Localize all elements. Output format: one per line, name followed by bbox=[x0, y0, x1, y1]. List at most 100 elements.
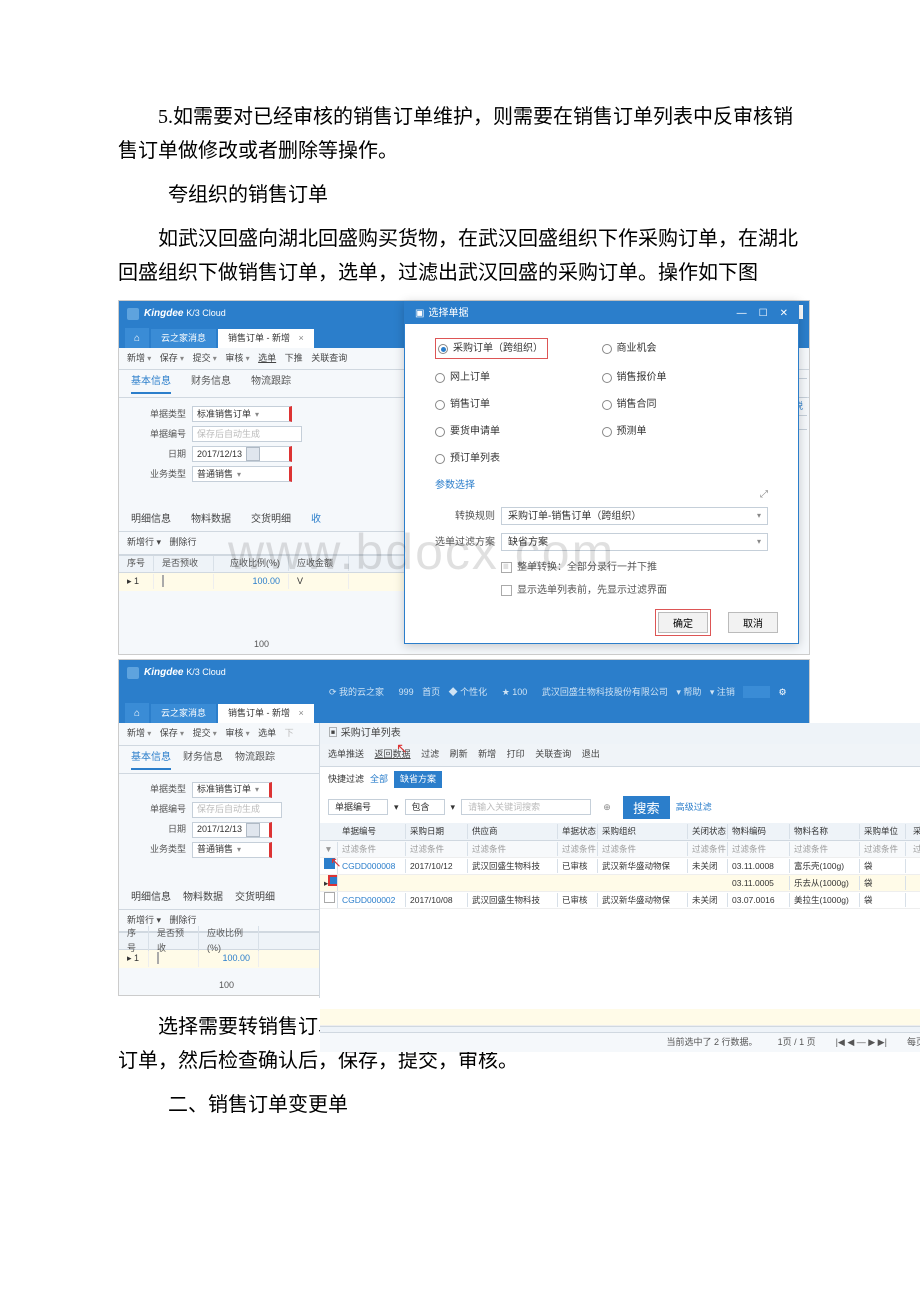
rule-select[interactable]: 采购订单-销售订单（跨组织） bbox=[501, 507, 768, 525]
delete-row-button[interactable]: 删除行 bbox=[170, 537, 197, 547]
tab-finance-info[interactable]: 财务信息 bbox=[191, 373, 231, 394]
tab-sales-order-new[interactable]: 销售订单 - 新增 × bbox=[218, 704, 314, 723]
add-row-button[interactable]: 新增行 ▾ bbox=[127, 537, 161, 547]
push-button[interactable]: 下推 bbox=[285, 353, 303, 363]
radio-requisition[interactable]: 要货申请单 bbox=[435, 423, 602, 440]
print-button[interactable]: 打印 bbox=[507, 749, 525, 759]
save-button[interactable]: 保存 bbox=[160, 353, 184, 363]
radio-sales-contract[interactable]: 销售合同 bbox=[602, 396, 769, 413]
tab-material[interactable]: 物料数据 bbox=[191, 511, 231, 528]
tab-detail[interactable]: 明细信息 bbox=[131, 889, 171, 906]
col-billnum[interactable]: 单据编号 bbox=[338, 824, 406, 838]
row-checkbox[interactable] bbox=[324, 858, 335, 869]
audit-button[interactable]: 审核 bbox=[225, 728, 249, 738]
col-status[interactable]: 单据状态 bbox=[558, 824, 598, 838]
select-push-button[interactable]: 选单推送 bbox=[328, 749, 364, 759]
col-qty[interactable]: 采购数量 bbox=[906, 824, 920, 838]
add-row-button[interactable]: 新增行 ▾ bbox=[127, 915, 161, 925]
dg-filter-row[interactable]: ▼ 过滤条件过滤条件过滤条件过滤条件过滤条件过滤条件过滤条件过滤条件过滤条件过滤… bbox=[320, 841, 920, 858]
select-bill-button[interactable]: 选单 bbox=[258, 353, 276, 363]
tab-detail[interactable]: 明细信息 bbox=[131, 511, 171, 528]
col-unit[interactable]: 采购单位 bbox=[860, 824, 906, 838]
search-op-select[interactable]: 包含 bbox=[405, 799, 445, 815]
refresh-button[interactable]: 刷新 bbox=[450, 749, 468, 759]
tab-messages[interactable]: 云之家消息 bbox=[151, 329, 216, 348]
tab-logistics[interactable]: 物流跟踪 bbox=[235, 749, 275, 770]
audit-button[interactable]: 审核 bbox=[225, 353, 249, 363]
prepay-checkbox[interactable] bbox=[162, 575, 164, 587]
radio-online-order[interactable]: 网上订单 bbox=[435, 369, 602, 386]
biz-type-select[interactable]: 普通销售 bbox=[192, 466, 292, 482]
tab-basic-info[interactable]: 基本信息 bbox=[131, 749, 171, 770]
col-org[interactable]: 采购组织 bbox=[598, 824, 688, 838]
filter-button[interactable]: 过滤 bbox=[421, 749, 439, 759]
related-query[interactable]: 关联查询 bbox=[311, 353, 347, 363]
row-checkbox-highlighted[interactable] bbox=[328, 875, 338, 886]
submit-button[interactable]: 提交 bbox=[193, 728, 217, 738]
tab-logistics[interactable]: 物流跟踪 bbox=[251, 373, 291, 394]
tab-basic-info[interactable]: 基本信息 bbox=[131, 373, 171, 394]
radio-sales-order[interactable]: 销售订单 bbox=[435, 396, 602, 413]
dg-row-1[interactable]: CGDD000008 2017/10/12 武汉回盛生物科技 已审核 武汉新华盛… bbox=[320, 858, 920, 875]
radio-reserve-list[interactable]: 预订单列表 bbox=[435, 450, 602, 467]
close-modal-icon[interactable]: ✕ bbox=[780, 305, 788, 322]
delete-row-button[interactable]: 删除行 bbox=[170, 915, 197, 925]
tab-receive[interactable]: 收 bbox=[311, 511, 321, 528]
new-button[interactable]: 新增 bbox=[478, 749, 496, 759]
exit-button[interactable]: 退出 bbox=[582, 749, 600, 759]
submit-button[interactable]: 提交 bbox=[193, 353, 217, 363]
tab-delivery[interactable]: 交货明细 bbox=[251, 511, 291, 528]
col-supplier[interactable]: 供应商 bbox=[468, 824, 558, 838]
col-mcode[interactable]: 物料编码 bbox=[728, 824, 790, 838]
tab-finance-info[interactable]: 财务信息 bbox=[183, 749, 223, 770]
tab-sales-order-new[interactable]: 销售订单 - 新增 × bbox=[218, 329, 314, 348]
radio-forecast[interactable]: 预测单 bbox=[602, 423, 769, 440]
filter-all[interactable]: 全部 bbox=[370, 772, 388, 787]
new-button[interactable]: 新增 bbox=[127, 353, 151, 363]
related-query-button[interactable]: 关联查询 bbox=[535, 749, 571, 759]
col-mname[interactable]: 物料名称 bbox=[790, 824, 860, 838]
cancel-button[interactable]: 取消 bbox=[728, 612, 778, 633]
search-field-select[interactable]: 单据编号 bbox=[328, 799, 388, 815]
bill-type-select[interactable]: 标准销售订单 bbox=[192, 406, 292, 422]
date-input[interactable]: 2017/12/13 bbox=[192, 822, 272, 838]
bill-num-input[interactable]: 保存后自动生成 bbox=[192, 802, 282, 818]
home-tab[interactable]: ⌂ bbox=[125, 328, 149, 348]
return-data-button[interactable]: 返回数据 bbox=[375, 749, 411, 759]
prepay-checkbox[interactable] bbox=[157, 952, 159, 964]
radio-sales-quote[interactable]: 销售报价单 bbox=[602, 369, 769, 386]
filter-scheme-select[interactable]: 缺省方案 bbox=[501, 533, 768, 551]
maximize-icon[interactable]: ☐ bbox=[759, 305, 768, 322]
close-icon[interactable]: × bbox=[299, 708, 304, 718]
tab-material[interactable]: 物料数据 bbox=[183, 889, 223, 906]
advanced-filter-link[interactable]: 高级过滤 bbox=[676, 800, 712, 815]
radio-opportunity[interactable]: 商业机会 bbox=[602, 338, 769, 359]
dg-row-2[interactable]: ▸ 03.11.0005 乐去从(1000g) 袋 50 2017/10 bbox=[320, 875, 920, 892]
filter-default[interactable]: 缺省方案 bbox=[394, 771, 442, 788]
grid-row-1[interactable]: ▸ 1 100.00 V bbox=[119, 573, 404, 591]
select-bill-button[interactable]: 选单 bbox=[258, 728, 276, 738]
bill-type-select[interactable]: 标准销售订单 bbox=[192, 782, 272, 798]
tab-delivery[interactable]: 交货明细 bbox=[235, 889, 275, 906]
save-button[interactable]: 保存 bbox=[160, 728, 184, 738]
expand-icon[interactable]: ⤢ bbox=[435, 486, 768, 503]
close-icon[interactable]: × bbox=[299, 333, 304, 343]
col-date[interactable]: 采购日期 bbox=[406, 824, 468, 838]
show-filter-checkbox[interactable]: 显示选单列表前，先显示过滤界面 bbox=[501, 582, 768, 599]
home-tab[interactable]: ⌂ bbox=[125, 703, 149, 723]
tab-messages[interactable]: 云之家消息 bbox=[151, 704, 216, 723]
search-input[interactable]: 请输入关键词搜索 bbox=[461, 799, 591, 815]
biz-type-select[interactable]: 普通销售 bbox=[192, 842, 272, 858]
bill-num-input[interactable]: 保存后自动生成 bbox=[192, 426, 302, 442]
minimize-icon[interactable]: — bbox=[737, 305, 747, 322]
date-input[interactable]: 2017/12/13 bbox=[192, 446, 292, 462]
ok-button[interactable]: 确定 bbox=[658, 612, 708, 633]
new-button[interactable]: 新增 bbox=[127, 728, 151, 738]
col-close[interactable]: 关闭状态 bbox=[688, 824, 728, 838]
dg-row-3[interactable]: CGDD000002 2017/10/08 武汉回盛生物科技 已审核 武汉新华盛… bbox=[320, 892, 920, 909]
row-checkbox[interactable] bbox=[324, 892, 335, 903]
whole-bill-checkbox[interactable]: 整单转换：全部分录行一并下推 bbox=[501, 559, 768, 576]
grid-row-1b[interactable]: ▸ 1 100.00 bbox=[119, 950, 319, 968]
search-button[interactable]: 搜索 bbox=[623, 796, 670, 819]
radio-purchase-cross-org[interactable]: 采购订单（跨组织） bbox=[435, 338, 548, 359]
